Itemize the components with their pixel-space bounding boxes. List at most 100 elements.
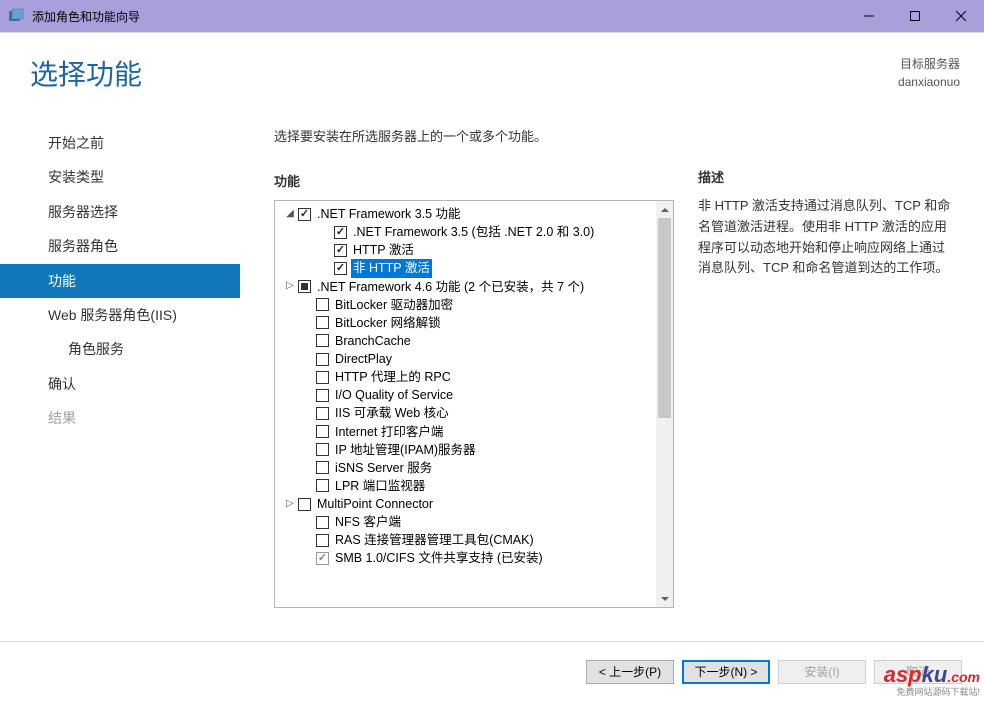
feature-item[interactable]: NFS 客户端 bbox=[277, 513, 654, 531]
feature-label[interactable]: Internet 打印客户端 bbox=[333, 423, 445, 441]
feature-checkbox[interactable] bbox=[334, 262, 347, 275]
feature-label[interactable]: HTTP 激活 bbox=[351, 241, 416, 259]
feature-label[interactable]: .NET Framework 3.5 功能 bbox=[315, 205, 463, 223]
wizard-steps-sidebar: 开始之前安装类型服务器选择服务器角色功能Web 服务器角色(IIS)角色服务确认… bbox=[0, 112, 240, 608]
window-controls bbox=[846, 0, 984, 32]
features-label: 功能 bbox=[274, 171, 674, 190]
expand-icon[interactable]: ▷ bbox=[283, 279, 297, 294]
feature-checkbox[interactable] bbox=[316, 407, 329, 420]
scroll-track[interactable] bbox=[656, 218, 673, 590]
page-title: 选择功能 bbox=[30, 53, 898, 93]
feature-checkbox[interactable] bbox=[334, 244, 347, 257]
feature-label[interactable]: NFS 客户端 bbox=[333, 513, 403, 531]
footer: < 上一步(P) 下一步(N) > 安装(I) 取消 bbox=[0, 641, 984, 701]
feature-label[interactable]: iSNS Server 服务 bbox=[333, 459, 434, 477]
feature-item[interactable]: iSNS Server 服务 bbox=[277, 459, 654, 477]
feature-item[interactable]: HTTP 激活 bbox=[277, 241, 654, 259]
feature-label[interactable]: IIS 可承载 Web 核心 bbox=[333, 404, 451, 422]
feature-item[interactable]: Internet 打印客户端 bbox=[277, 423, 654, 441]
feature-label[interactable]: LPR 端口监视器 bbox=[333, 477, 427, 495]
sidebar-step[interactable]: 服务器角色 bbox=[0, 229, 240, 263]
scroll-thumb[interactable] bbox=[658, 218, 671, 418]
sidebar-step[interactable]: 角色服务 bbox=[0, 332, 240, 366]
feature-label[interactable]: HTTP 代理上的 RPC bbox=[333, 368, 453, 386]
feature-item[interactable]: BitLocker 驱动器加密 bbox=[277, 296, 654, 314]
feature-item[interactable]: .NET Framework 3.5 (包括 .NET 2.0 和 3.0) bbox=[277, 223, 654, 241]
feature-item[interactable]: 非 HTTP 激活 bbox=[277, 259, 654, 277]
feature-label[interactable]: SMB 1.0/CIFS 文件共享支持 (已安装) bbox=[333, 549, 545, 567]
feature-checkbox[interactable] bbox=[316, 534, 329, 547]
scrollbar[interactable] bbox=[656, 201, 673, 607]
scroll-up-button[interactable] bbox=[656, 201, 673, 218]
sidebar-step[interactable]: 开始之前 bbox=[0, 126, 240, 160]
feature-item[interactable]: ◢ .NET Framework 3.5 功能 bbox=[277, 205, 654, 223]
maximize-button[interactable] bbox=[892, 0, 938, 32]
titlebar: 添加角色和功能向导 bbox=[0, 0, 984, 32]
app-icon bbox=[8, 8, 24, 24]
feature-label[interactable]: I/O Quality of Service bbox=[333, 386, 455, 404]
feature-label[interactable]: RAS 连接管理器管理工具包(CMAK) bbox=[333, 531, 536, 549]
feature-item[interactable]: DirectPlay bbox=[277, 350, 654, 368]
close-button[interactable] bbox=[938, 0, 984, 32]
sidebar-step[interactable]: 确认 bbox=[0, 367, 240, 401]
minimize-button[interactable] bbox=[846, 0, 892, 32]
feature-label[interactable]: .NET Framework 3.5 (包括 .NET 2.0 和 3.0) bbox=[351, 223, 596, 241]
feature-item[interactable]: IIS 可承载 Web 核心 bbox=[277, 404, 654, 422]
features-tree[interactable]: ◢ .NET Framework 3.5 功能.NET Framework 3.5… bbox=[275, 201, 656, 607]
feature-checkbox[interactable] bbox=[316, 443, 329, 456]
sidebar-step: 结果 bbox=[0, 401, 240, 435]
feature-label[interactable]: .NET Framework 4.6 功能 (2 个已安装，共 7 个) bbox=[315, 278, 586, 296]
sidebar-step[interactable]: 安装类型 bbox=[0, 160, 240, 194]
feature-checkbox[interactable] bbox=[316, 461, 329, 474]
main-panel: 选择要安装在所选服务器上的一个或多个功能。 功能 ◢.NET Framework… bbox=[240, 112, 960, 608]
feature-checkbox[interactable] bbox=[316, 353, 329, 366]
install-button: 安装(I) bbox=[778, 660, 866, 684]
feature-label[interactable]: BranchCache bbox=[333, 332, 413, 350]
feature-item[interactable]: BranchCache bbox=[277, 332, 654, 350]
expand-icon[interactable]: ▷ bbox=[283, 497, 297, 512]
feature-label[interactable]: BitLocker 网络解锁 bbox=[333, 314, 443, 332]
feature-checkbox[interactable] bbox=[298, 208, 311, 221]
feature-checkbox[interactable] bbox=[316, 552, 329, 565]
cancel-button: 取消 bbox=[874, 660, 962, 684]
feature-item[interactable]: SMB 1.0/CIFS 文件共享支持 (已安装) bbox=[277, 549, 654, 567]
feature-item[interactable]: I/O Quality of Service bbox=[277, 386, 654, 404]
feature-checkbox[interactable] bbox=[316, 334, 329, 347]
feature-checkbox[interactable] bbox=[316, 298, 329, 311]
features-tree-container: ◢ .NET Framework 3.5 功能.NET Framework 3.5… bbox=[274, 200, 674, 608]
feature-checkbox[interactable] bbox=[316, 316, 329, 329]
feature-label[interactable]: BitLocker 驱动器加密 bbox=[333, 296, 455, 314]
collapse-icon[interactable]: ◢ bbox=[283, 207, 297, 222]
feature-checkbox[interactable] bbox=[298, 498, 311, 511]
feature-label[interactable]: IP 地址管理(IPAM)服务器 bbox=[333, 441, 478, 459]
sidebar-step[interactable]: 服务器选择 bbox=[0, 195, 240, 229]
feature-checkbox[interactable] bbox=[334, 226, 347, 239]
header: 选择功能 目标服务器 danxiaonuo bbox=[0, 32, 984, 112]
feature-item[interactable]: BitLocker 网络解锁 bbox=[277, 314, 654, 332]
feature-item[interactable]: LPR 端口监视器 bbox=[277, 477, 654, 495]
feature-label[interactable]: DirectPlay bbox=[333, 350, 394, 368]
sidebar-step[interactable]: Web 服务器角色(IIS) bbox=[0, 298, 240, 332]
feature-checkbox[interactable] bbox=[316, 479, 329, 492]
feature-label[interactable]: 非 HTTP 激活 bbox=[351, 259, 432, 277]
feature-checkbox[interactable] bbox=[316, 516, 329, 529]
features-column: 选择要安装在所选服务器上的一个或多个功能。 功能 ◢.NET Framework… bbox=[274, 126, 674, 608]
description-column: . 描述 非 HTTP 激活支持通过消息队列、TCP 和命名管道激活进程。使用非… bbox=[698, 126, 960, 608]
feature-item[interactable]: HTTP 代理上的 RPC bbox=[277, 368, 654, 386]
target-name: danxiaonuo bbox=[898, 73, 960, 91]
feature-checkbox[interactable] bbox=[298, 280, 311, 293]
feature-checkbox[interactable] bbox=[316, 389, 329, 402]
feature-item[interactable]: RAS 连接管理器管理工具包(CMAK) bbox=[277, 531, 654, 549]
feature-item[interactable]: IP 地址管理(IPAM)服务器 bbox=[277, 441, 654, 459]
feature-item[interactable]: ▷ MultiPoint Connector bbox=[277, 495, 654, 513]
sidebar-step[interactable]: 功能 bbox=[0, 264, 240, 298]
target-label: 目标服务器 bbox=[898, 55, 960, 73]
scroll-down-button[interactable] bbox=[656, 590, 673, 607]
feature-checkbox[interactable] bbox=[316, 425, 329, 438]
feature-label[interactable]: MultiPoint Connector bbox=[315, 495, 435, 513]
next-button[interactable]: 下一步(N) > bbox=[682, 660, 770, 684]
previous-button[interactable]: < 上一步(P) bbox=[586, 660, 674, 684]
content: 开始之前安装类型服务器选择服务器角色功能Web 服务器角色(IIS)角色服务确认… bbox=[0, 112, 984, 608]
feature-checkbox[interactable] bbox=[316, 371, 329, 384]
feature-item[interactable]: ▷ .NET Framework 4.6 功能 (2 个已安装，共 7 个) bbox=[277, 278, 654, 296]
